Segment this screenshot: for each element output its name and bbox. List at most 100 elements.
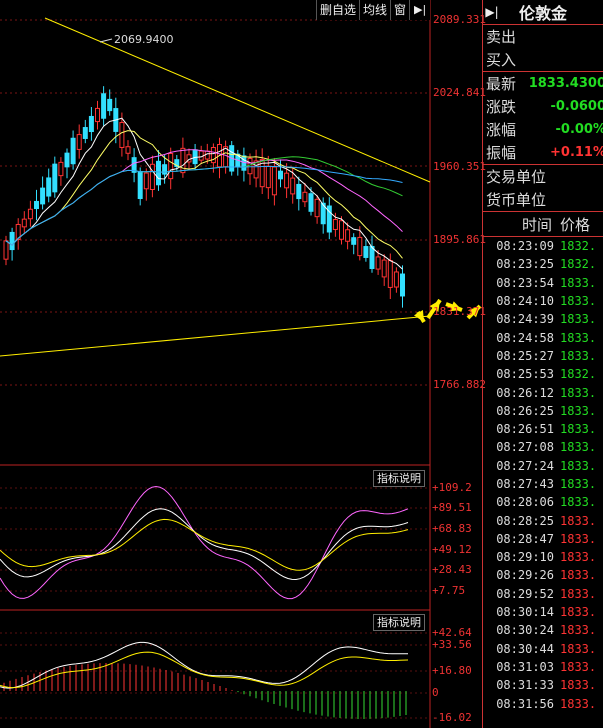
tick-row: 08:27:43 1833. bbox=[483, 475, 603, 493]
tick-time: 08:27:43 bbox=[496, 477, 554, 491]
candle-body bbox=[271, 166, 277, 196]
price-axis-tick: 1960.351 bbox=[433, 160, 486, 173]
candle-body bbox=[332, 219, 338, 230]
indicator1-help-button[interactable]: 指标说明 bbox=[373, 470, 425, 487]
tick-time: 08:30:14 bbox=[496, 605, 554, 620]
tick-time: 08:23:25 bbox=[496, 257, 554, 272]
candle-body bbox=[34, 200, 39, 210]
indicator1-tick: +89.51 bbox=[432, 501, 472, 514]
price-axis-tick: 2089.331 bbox=[433, 13, 486, 26]
delete-watchlist-button[interactable]: 删自选 bbox=[316, 0, 359, 20]
tick-row: 08:23:54 1833. bbox=[483, 274, 603, 292]
tick-time: 08:26:51 bbox=[496, 422, 554, 437]
tick-price: 1833. bbox=[560, 659, 597, 674]
tick-price: 1833. bbox=[560, 275, 597, 290]
tick-row: 08:24:10 1833. bbox=[483, 292, 603, 310]
amplitude-label: 振幅 bbox=[486, 144, 517, 162]
candle-body bbox=[381, 259, 387, 278]
tick-price: 1833. bbox=[560, 550, 597, 565]
candle-body bbox=[119, 122, 125, 148]
window-button[interactable]: 窗 bbox=[390, 0, 409, 20]
indicator2-help-button[interactable]: 指标说明 bbox=[373, 614, 425, 631]
tick-time: 08:28:25 bbox=[496, 513, 554, 528]
tick-time: 08:28:06 bbox=[496, 495, 554, 510]
tick-time: 08:31:56 bbox=[496, 696, 554, 711]
candle-body bbox=[88, 115, 94, 133]
change-value: -0.0600 bbox=[550, 99, 603, 114]
trend-line bbox=[0, 315, 431, 357]
candle-body bbox=[137, 170, 143, 200]
price-axis-tick: 2024.841 bbox=[433, 86, 486, 99]
tick-price: 1833. bbox=[560, 495, 597, 510]
candle-body bbox=[9, 231, 15, 251]
candle-body bbox=[156, 160, 161, 186]
tick-row: 08:24:58 1833. bbox=[483, 328, 603, 346]
candle-body bbox=[143, 172, 149, 190]
tick-time: 08:31:03 bbox=[496, 659, 554, 674]
candle-body bbox=[400, 273, 405, 297]
indicator1-tick: +109.2 bbox=[432, 481, 472, 494]
tick-time: 08:31:33 bbox=[496, 678, 554, 693]
tick-row: 08:26:12 1833. bbox=[483, 383, 603, 401]
change-label: 涨跌 bbox=[486, 98, 517, 116]
tick-price: 1833. bbox=[560, 440, 597, 455]
tick-time: 08:23:09 bbox=[496, 239, 554, 254]
tick-list[interactable]: 08:23:09 1832. 08:23:25 1832. 08:23:54 1833. 0… bbox=[483, 237, 603, 713]
tick-time: 08:26:12 bbox=[496, 385, 554, 400]
tick-time: 08:27:08 bbox=[496, 440, 554, 455]
currency-unit-label: 货币单位 bbox=[486, 191, 547, 209]
latest-row: 最新 1833.4300 bbox=[483, 72, 603, 95]
tick-table-header: 时间 价格 bbox=[483, 212, 603, 237]
high-marker-line bbox=[99, 38, 113, 43]
candle-body bbox=[290, 177, 296, 195]
price-axis-tick: 1831.371 bbox=[433, 305, 486, 318]
play-arrow-icon[interactable]: ▶| bbox=[409, 0, 430, 20]
candle-body bbox=[369, 245, 375, 270]
candle-body bbox=[180, 147, 186, 174]
indicator1-tick: +68.83 bbox=[432, 522, 472, 535]
tick-time: 08:29:10 bbox=[496, 550, 554, 565]
amplitude-row: 振幅 +0.11% bbox=[483, 141, 603, 165]
tick-row: 08:30:24 1833. bbox=[483, 621, 603, 639]
indicator1-tick: +28.43 bbox=[432, 563, 472, 576]
tick-price: 1833. bbox=[560, 641, 597, 656]
tick-row: 08:27:08 1833. bbox=[483, 438, 603, 456]
indicator2-tick: 0 bbox=[432, 686, 439, 699]
tick-time: 08:25:27 bbox=[496, 348, 554, 363]
candle-body bbox=[27, 208, 33, 220]
play-arrow-icon[interactable]: ▶| bbox=[483, 5, 501, 19]
quote-panel: ▶| 伦敦金 卖出 买入 最新 1833.4300 涨跌 -0.0600 涨幅 … bbox=[482, 0, 603, 728]
candle-body bbox=[351, 237, 357, 245]
tick-row: 08:31:56 1833. bbox=[483, 694, 603, 712]
tick-time: 08:24:58 bbox=[496, 330, 554, 345]
chart-pane[interactable]: 删自选 均线 窗 ▶| 2069.9400 2089.331 2024.841 … bbox=[0, 0, 486, 728]
chart-toolbar: 删自选 均线 窗 ▶| bbox=[316, 0, 431, 20]
tick-price: 1832. bbox=[560, 257, 597, 272]
candle-body bbox=[308, 193, 314, 212]
candle-body bbox=[296, 183, 302, 200]
tick-price: 1833. bbox=[560, 513, 597, 528]
candle-body bbox=[70, 137, 76, 165]
tick-row: 08:28:47 1833. bbox=[483, 530, 603, 548]
ma-line-button[interactable]: 均线 bbox=[359, 0, 390, 20]
candle-body bbox=[21, 218, 27, 228]
candle-body bbox=[58, 161, 64, 177]
buy-label: 买入 bbox=[486, 51, 517, 69]
candle-body bbox=[375, 256, 381, 270]
kdj-j-line bbox=[0, 485, 409, 600]
trade-unit-row: 交易单位 bbox=[483, 165, 603, 188]
indicator1-tick: +49.12 bbox=[432, 543, 472, 556]
tick-price: 1833. bbox=[560, 458, 597, 473]
price-axis-tick: 1895.861 bbox=[433, 233, 486, 246]
tick-row: 08:25:27 1833. bbox=[483, 347, 603, 365]
candle-body bbox=[64, 152, 70, 168]
tick-time: 08:27:24 bbox=[496, 458, 554, 473]
candle-body bbox=[168, 153, 174, 180]
candle-body bbox=[82, 127, 88, 139]
tick-row: 08:27:24 1833. bbox=[483, 457, 603, 475]
macd-dif-line bbox=[0, 641, 408, 689]
candle-body bbox=[40, 187, 46, 205]
tick-time: 08:26:25 bbox=[496, 403, 554, 418]
candle-body bbox=[247, 157, 253, 175]
candle-body bbox=[284, 172, 290, 189]
